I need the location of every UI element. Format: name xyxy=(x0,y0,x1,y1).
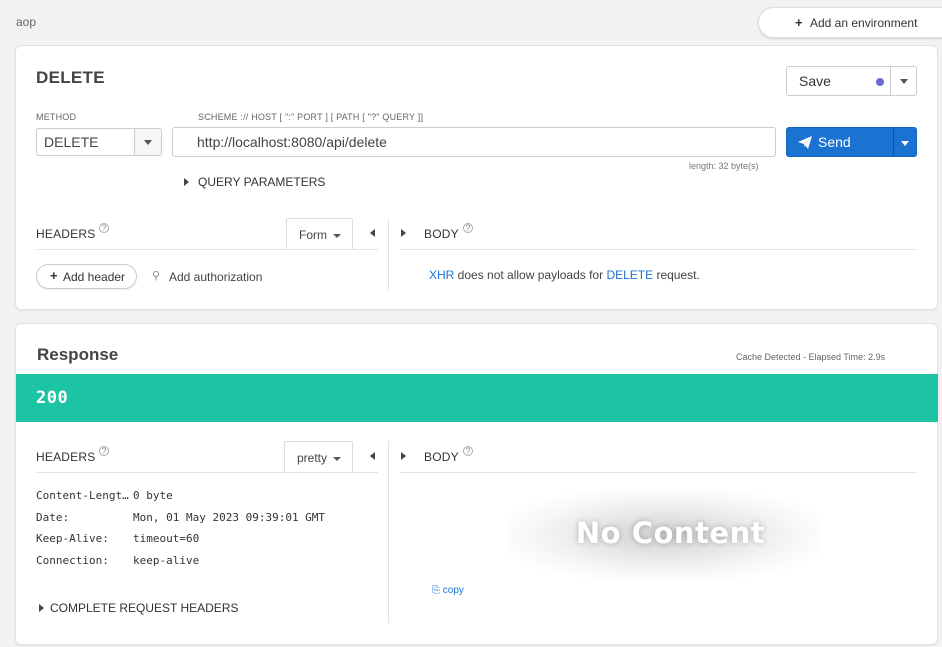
xhr-link[interactable]: XHR xyxy=(429,268,454,282)
header-key: Content-Length: xyxy=(36,489,131,502)
method-link[interactable]: DELETE xyxy=(606,268,653,282)
header-key: Connection: xyxy=(36,553,109,567)
plus-icon: + xyxy=(50,268,58,283)
send-options-button[interactable] xyxy=(893,127,917,157)
message-text: does not allow payloads for xyxy=(454,268,607,282)
header-value: 0 byte xyxy=(133,489,173,502)
plus-icon: + xyxy=(795,15,803,30)
response-headers-mode-label: pretty xyxy=(297,451,328,465)
response-headers-mode-select[interactable]: pretty xyxy=(284,441,353,472)
copy-label: copy xyxy=(442,585,464,596)
copy-link[interactable]: ⎘ copy xyxy=(432,585,464,596)
add-environment-button[interactable]: + Add an environment xyxy=(758,7,942,38)
add-environment-label: Add an environment xyxy=(810,16,918,30)
chevron-down-icon xyxy=(333,234,341,238)
add-header-label: Add header xyxy=(63,270,126,284)
method-select[interactable]: DELETE xyxy=(36,128,135,156)
help-icon[interactable]: ? xyxy=(99,446,109,456)
request-headers-label: HEADERS xyxy=(36,227,96,241)
triangle-right-icon xyxy=(39,604,44,612)
add-header-button[interactable]: + Add header xyxy=(36,264,137,289)
request-title: DELETE xyxy=(36,68,105,87)
triangle-right-icon[interactable] xyxy=(401,229,406,237)
no-content-label: No Content xyxy=(575,516,766,550)
message-end: request. xyxy=(653,268,700,282)
status-code: 200 xyxy=(36,388,69,408)
save-button[interactable]: Save xyxy=(786,66,891,96)
triangle-left-icon[interactable] xyxy=(370,452,375,460)
help-icon[interactable]: ? xyxy=(463,223,473,233)
save-label: Save xyxy=(799,73,831,89)
workspace-name: aop xyxy=(16,15,37,29)
copy-icon: ⎘ xyxy=(432,585,440,596)
key-icon: ⚲ xyxy=(152,270,161,282)
method-dropdown-button[interactable] xyxy=(134,128,162,156)
chevron-down-icon xyxy=(144,140,152,145)
url-format-label: SCHEME :// HOST [ ":" PORT ] [ PATH [ "?… xyxy=(198,112,424,122)
response-body-label: BODY xyxy=(424,450,459,464)
cache-elapsed-label: Cache Detected - Elapsed Time: 2.9s xyxy=(736,352,886,362)
divider xyxy=(388,219,389,290)
divider xyxy=(388,441,389,623)
divider xyxy=(36,472,378,473)
request-body-label: BODY xyxy=(424,227,459,241)
header-value: Mon, 01 May 2023 09:39:01 GMT xyxy=(133,510,326,524)
url-length-label: length: 32 byte(s) xyxy=(689,161,759,171)
add-authorization-label: Add authorization xyxy=(169,270,263,284)
help-icon[interactable]: ? xyxy=(99,223,109,233)
triangle-right-icon xyxy=(184,178,189,186)
status-bar xyxy=(16,374,938,422)
chevron-down-icon xyxy=(901,141,909,146)
triangle-left-icon[interactable] xyxy=(370,229,375,237)
header-key: Keep-Alive: xyxy=(36,532,109,545)
response-panel xyxy=(15,323,938,645)
chevron-down-icon xyxy=(333,457,341,461)
divider xyxy=(36,249,378,250)
url-input[interactable] xyxy=(172,127,776,157)
paper-plane-icon xyxy=(798,136,812,149)
header-value: timeout=60 xyxy=(133,532,200,545)
headers-mode-label: Form xyxy=(299,228,327,242)
response-title: Response xyxy=(37,345,119,364)
save-options-button[interactable] xyxy=(890,66,917,96)
query-parameters-label: QUERY PARAMETERS xyxy=(198,175,326,189)
headers-mode-select[interactable]: Form xyxy=(286,218,353,249)
send-label: Send xyxy=(818,134,851,150)
help-icon[interactable]: ? xyxy=(463,446,473,456)
response-headers-label: HEADERS xyxy=(36,450,96,464)
header-value: keep-alive xyxy=(133,553,200,567)
body-payload-message: XHR does not allow payloads for DELETE r… xyxy=(429,268,700,282)
method-label: METHOD xyxy=(36,112,77,122)
header-key: Date: xyxy=(36,510,70,524)
divider xyxy=(400,472,917,473)
complete-request-headers-label: COMPLETE REQUEST HEADERS xyxy=(50,601,239,615)
divider xyxy=(400,249,917,250)
triangle-right-icon[interactable] xyxy=(401,452,406,460)
unsaved-indicator-dot xyxy=(876,78,884,86)
chevron-down-icon xyxy=(900,79,908,84)
send-button[interactable]: Send xyxy=(786,127,894,157)
